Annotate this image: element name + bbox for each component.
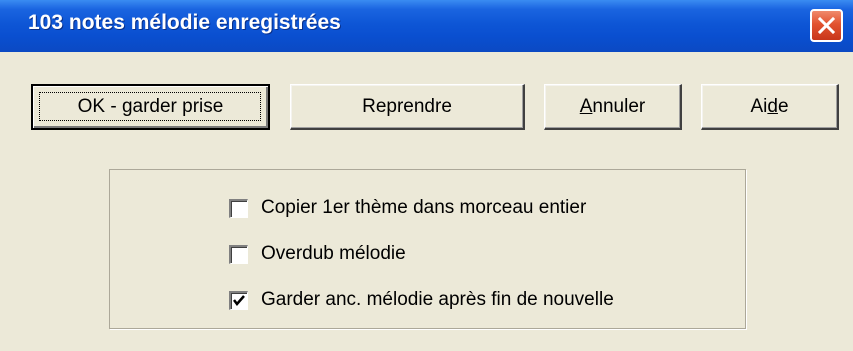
- retake-button[interactable]: Reprendre: [290, 84, 525, 130]
- cancel-mnemonic: A: [579, 95, 593, 117]
- dialog-title: 103 notes mélodie enregistrées: [28, 11, 341, 34]
- option-copy-first-theme[interactable]: Copier 1er thème dans morceau entier: [229, 197, 586, 219]
- focus-ring: [39, 92, 261, 121]
- option-overdub-melody[interactable]: Overdub mélodie: [229, 243, 406, 265]
- help-label: Aide: [750, 96, 788, 118]
- cancel-button[interactable]: Annuler: [544, 84, 682, 130]
- overdub-melody-label: Overdub mélodie: [261, 243, 406, 264]
- cancel-label-rest: nnuler: [592, 95, 646, 117]
- ok-keep-take-button[interactable]: OK - garder prise: [31, 84, 270, 130]
- retake-label: Reprendre: [362, 95, 452, 117]
- checkmark-icon: [233, 294, 245, 306]
- copy-first-theme-checkbox[interactable]: [229, 198, 248, 218]
- close-icon: [817, 16, 836, 35]
- recording-dialog: 103 notes mélodie enregistrées OK - gard…: [0, 0, 853, 351]
- help-button[interactable]: Aide: [701, 84, 839, 130]
- copy-first-theme-label: Copier 1er thème dans morceau entier: [261, 197, 587, 218]
- close-button[interactable]: [810, 9, 843, 42]
- keep-old-melody-label: Garder anc. mélodie après fin de nouvell…: [261, 289, 614, 310]
- keep-old-melody-checkbox[interactable]: [229, 290, 248, 310]
- title-bar[interactable]: 103 notes mélodie enregistrées: [0, 0, 853, 52]
- help-label-after: e: [777, 95, 789, 117]
- help-label-before: Ai: [750, 95, 768, 117]
- help-mnemonic: d: [767, 95, 778, 117]
- cancel-label: Annuler: [580, 96, 646, 118]
- overdub-melody-checkbox[interactable]: [229, 244, 248, 264]
- option-keep-old-melody[interactable]: Garder anc. mélodie après fin de nouvell…: [229, 289, 614, 311]
